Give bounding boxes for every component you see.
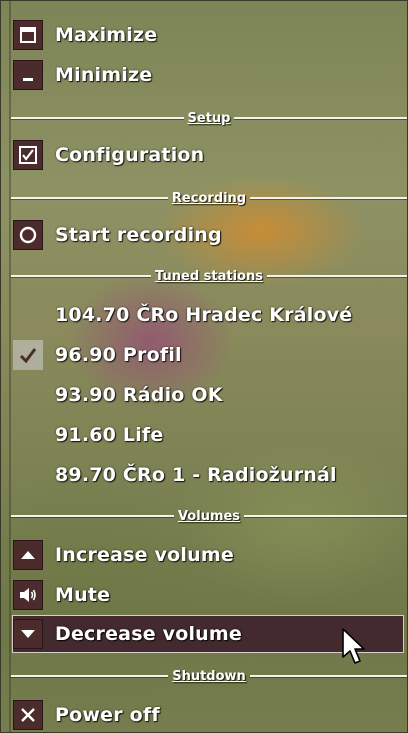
increase-volume-item[interactable]: Increase volume xyxy=(13,537,403,573)
record-circle-icon xyxy=(13,220,43,250)
mute-label: Mute xyxy=(55,584,111,606)
maximize-icon xyxy=(13,20,43,50)
power-off-item[interactable]: Power off xyxy=(13,697,403,732)
start-recording-item[interactable]: Start recording xyxy=(13,217,403,253)
mute-item[interactable]: Mute xyxy=(13,577,403,613)
separator-tuned-stations: Tuned stations xyxy=(11,268,407,284)
station-label: 96.90 Profil xyxy=(55,344,182,366)
power-off-label: Power off xyxy=(55,704,160,726)
triangle-down-icon xyxy=(13,619,43,649)
separator-volumes: Volumes xyxy=(11,508,407,524)
station-label: 91.60 Life xyxy=(55,424,164,446)
mouse-cursor-icon xyxy=(341,627,367,667)
minimize-icon xyxy=(13,60,43,90)
station-item[interactable]: 93.90 Rádio OK xyxy=(13,377,403,413)
decrease-volume-label: Decrease volume xyxy=(55,623,242,645)
separator-recording-label: Recording xyxy=(171,190,247,206)
separator-shutdown-label: Shutdown xyxy=(172,668,246,684)
start-recording-label: Start recording xyxy=(55,224,222,246)
maximize-label: Maximize xyxy=(55,24,158,46)
station-label: 89.70 ČRo 1 - Radiožurnál xyxy=(55,464,337,486)
close-x-icon xyxy=(13,700,43,730)
station-item[interactable]: 104.70 ČRo Hradec Králové xyxy=(13,297,403,333)
station-item[interactable]: 91.60 Life xyxy=(13,417,403,453)
increase-volume-label: Increase volume xyxy=(55,544,234,566)
configuration-label: Configuration xyxy=(55,144,205,166)
separator-setup-label: Setup xyxy=(187,110,231,126)
separator-tuned-stations-label: Tuned stations xyxy=(155,268,263,284)
station-label: 93.90 Rádio OK xyxy=(55,384,223,406)
separator-volumes-label: Volumes xyxy=(177,508,241,524)
station-item[interactable]: 96.90 Profil xyxy=(13,337,403,373)
separator-setup: Setup xyxy=(11,110,407,126)
checkbox-icon xyxy=(13,140,43,170)
triangle-up-icon xyxy=(13,540,43,570)
checkmark-icon xyxy=(13,340,43,370)
context-menu: Maximize Minimize Setup Configuration Re… xyxy=(0,0,408,733)
minimize-label: Minimize xyxy=(55,64,153,86)
station-label: 104.70 ČRo Hradec Králové xyxy=(55,304,353,326)
separator-recording: Recording xyxy=(11,190,407,206)
minimize-item[interactable]: Minimize xyxy=(13,57,403,93)
maximize-item[interactable]: Maximize xyxy=(13,17,403,53)
station-item[interactable]: 89.70 ČRo 1 - Radiožurnál xyxy=(13,457,403,493)
separator-shutdown: Shutdown xyxy=(11,668,407,684)
configuration-item[interactable]: Configuration xyxy=(13,137,403,173)
speaker-icon xyxy=(13,580,43,610)
